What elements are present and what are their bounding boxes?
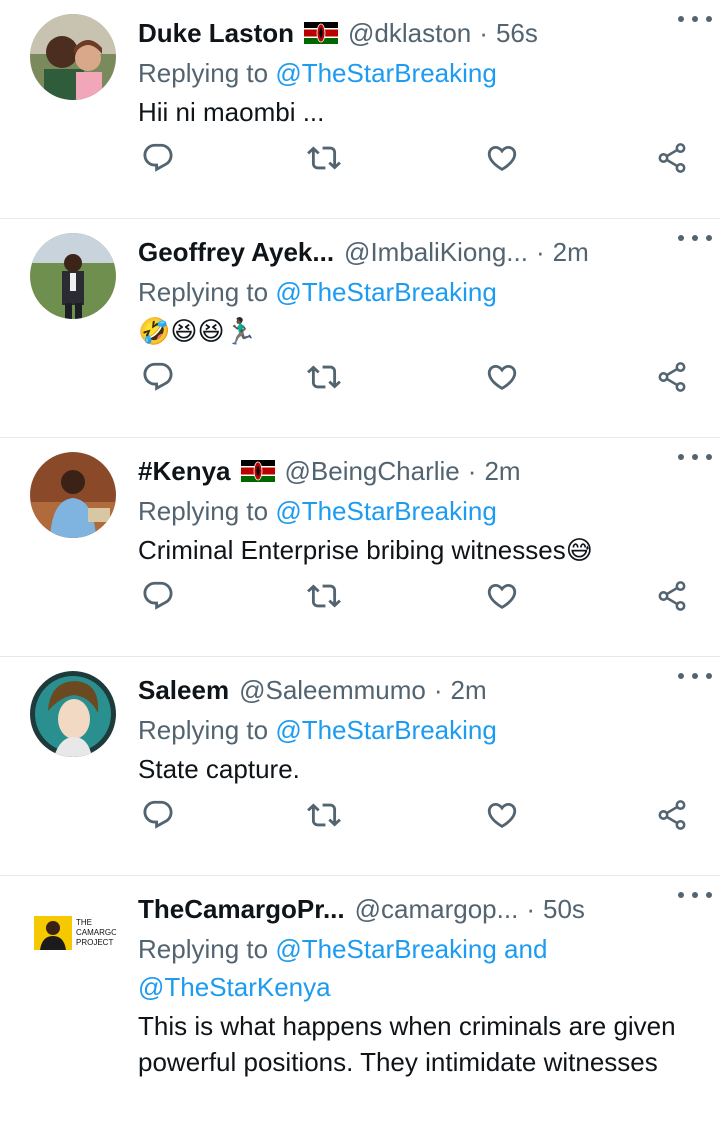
replying-to-label: Replying to [138, 715, 269, 745]
avatar[interactable] [30, 14, 116, 100]
avatar[interactable] [30, 233, 116, 319]
reply-button[interactable] [138, 576, 178, 616]
user-handle[interactable]: @BeingCharlie [285, 452, 460, 490]
replying-to: Replying to @TheStarBreaking [138, 273, 696, 311]
share-button[interactable] [652, 357, 692, 397]
share-button[interactable] [652, 576, 692, 616]
avatar[interactable] [30, 452, 116, 538]
like-button[interactable] [482, 795, 522, 835]
mention-link[interactable]: @TheStarBreaking and [275, 934, 547, 964]
tweet-text: 🤣😆😆🏃🏿‍♂️ [138, 316, 257, 346]
like-icon [485, 141, 519, 175]
replying-to: Replying to @TheStarBreaking [138, 711, 696, 749]
timestamp[interactable]: 56s [496, 14, 538, 52]
reply-button[interactable] [138, 138, 178, 178]
reply-feed: Duke Laston @dklaston · 56s Replying to … [0, 0, 720, 1136]
tweet[interactable]: THE CAMARGO PROJECT TheCamargoPr... @cam… [0, 876, 720, 1136]
display-name[interactable]: Duke Laston [138, 14, 294, 52]
action-bar [138, 357, 696, 397]
like-icon [485, 798, 519, 832]
mention-link[interactable]: @TheStarBreaking [275, 496, 497, 526]
separator: · [433, 675, 443, 705]
user-handle[interactable]: @Saleemmumo [239, 671, 426, 709]
tweet-text: State capture. [138, 754, 300, 784]
replying-to-label: Replying to [138, 277, 269, 307]
like-button[interactable] [482, 138, 522, 178]
replying-to-label: Replying to [138, 58, 269, 88]
like-button[interactable] [482, 576, 522, 616]
tweet[interactable]: Geoffrey Ayek... @ImbaliKiong... · 2m Re… [0, 219, 720, 438]
display-name[interactable]: #Kenya [138, 452, 231, 490]
share-icon [655, 798, 689, 832]
share-icon [655, 360, 689, 394]
separator: · [467, 456, 477, 486]
more-icon[interactable] [678, 446, 712, 468]
user-handle[interactable]: @dklaston [348, 14, 471, 52]
timestamp[interactable]: 2m [451, 671, 487, 709]
display-name[interactable]: Geoffrey Ayek... [138, 233, 334, 271]
share-icon [655, 579, 689, 613]
timestamp[interactable]: 50s [543, 890, 585, 928]
tweet-text: Hii ni maombi ... [138, 97, 325, 127]
avatar[interactable] [30, 671, 116, 757]
more-icon[interactable] [678, 884, 712, 906]
retweet-icon [307, 141, 341, 175]
like-icon [485, 360, 519, 394]
display-name[interactable]: TheCamargoPr... [138, 890, 345, 928]
mention-link[interactable]: @TheStarKenya [138, 972, 331, 1002]
svg-text:PROJECT: PROJECT [76, 938, 113, 947]
kenya-flag-icon [241, 460, 275, 482]
action-bar [138, 138, 696, 178]
separator: · [535, 237, 545, 267]
more-icon[interactable] [678, 665, 712, 687]
like-icon [485, 579, 519, 613]
replying-to-label: Replying to [138, 496, 269, 526]
retweet-icon [307, 798, 341, 832]
replying-to-label: Replying to [138, 934, 269, 964]
kenya-flag-icon [304, 22, 338, 44]
replying-to: Replying to @TheStarBreaking and [138, 930, 696, 968]
user-handle[interactable]: @camargop... [355, 890, 519, 928]
reply-button[interactable] [138, 795, 178, 835]
tweet[interactable]: Saleem @Saleemmumo · 2m Replying to @The… [0, 657, 720, 876]
mention-link[interactable]: @TheStarBreaking [275, 58, 497, 88]
tweet-text: Criminal Enterprise bribing witnesses😅 [138, 535, 593, 565]
replying-to: Replying to @TheStarBreaking [138, 54, 696, 92]
mention-link[interactable]: @TheStarBreaking [275, 715, 497, 745]
share-button[interactable] [652, 138, 692, 178]
timestamp[interactable]: 2m [484, 452, 520, 490]
more-icon[interactable] [678, 227, 712, 249]
reply-icon [141, 579, 175, 613]
reply-icon [141, 141, 175, 175]
share-icon [655, 141, 689, 175]
logo-text: THE [76, 918, 92, 927]
mention-link[interactable]: @TheStarBreaking [275, 277, 497, 307]
retweet-button[interactable] [304, 138, 344, 178]
tweet[interactable]: #Kenya @BeingCharlie · 2m Replying to @T… [0, 438, 720, 657]
svg-text:CAMARGO: CAMARGO [76, 928, 116, 937]
retweet-button[interactable] [304, 795, 344, 835]
retweet-button[interactable] [304, 576, 344, 616]
timestamp[interactable]: 2m [553, 233, 589, 271]
tweet[interactable]: Duke Laston @dklaston · 56s Replying to … [0, 0, 720, 219]
reply-icon [141, 798, 175, 832]
replying-to-continued: @TheStarKenya [138, 968, 696, 1006]
tweet-text: This is what happens when criminals are … [138, 1011, 676, 1077]
more-icon[interactable] [678, 8, 712, 30]
action-bar [138, 795, 696, 835]
retweet-icon [307, 360, 341, 394]
action-bar [138, 576, 696, 616]
separator: · [479, 18, 488, 48]
retweet-button[interactable] [304, 357, 344, 397]
display-name[interactable]: Saleem [138, 671, 229, 709]
like-button[interactable] [482, 357, 522, 397]
reply-button[interactable] [138, 357, 178, 397]
share-button[interactable] [652, 795, 692, 835]
replying-to: Replying to @TheStarBreaking [138, 492, 696, 530]
avatar[interactable]: THE CAMARGO PROJECT [30, 890, 116, 976]
user-handle[interactable]: @ImbaliKiong... [344, 233, 528, 271]
separator: · [526, 894, 535, 924]
reply-icon [141, 360, 175, 394]
retweet-icon [307, 579, 341, 613]
